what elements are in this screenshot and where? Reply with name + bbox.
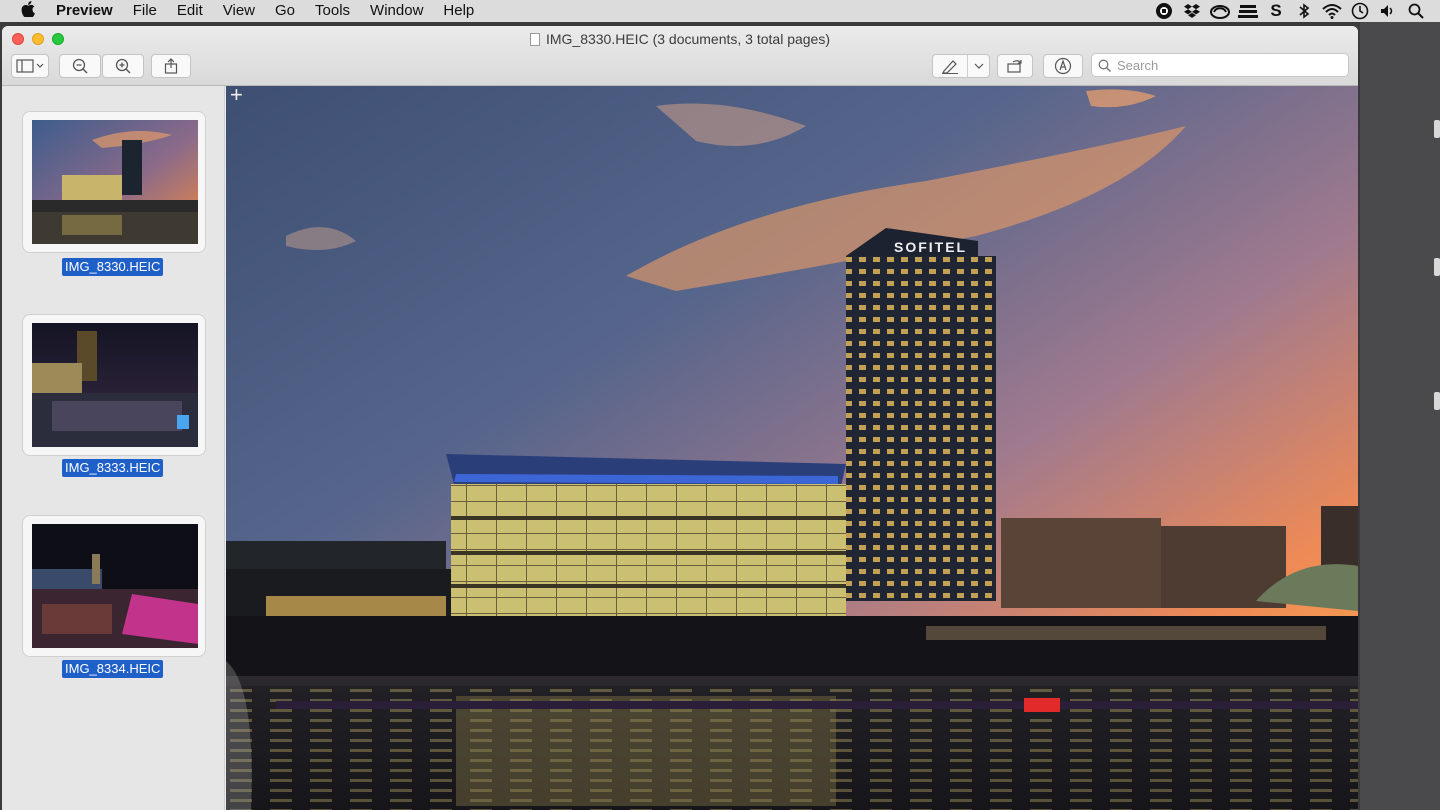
volume-icon[interactable] (1374, 0, 1402, 22)
desktop-edge-marker (1434, 120, 1440, 138)
sidebar-icon (16, 59, 44, 73)
pen-icon (942, 60, 958, 74)
thumbnail-img-8330[interactable] (22, 111, 206, 253)
desktop-edge-marker (1434, 392, 1440, 410)
zoom-out-icon (72, 58, 88, 74)
rotate-icon (1007, 60, 1022, 73)
sofitel-tower (846, 256, 996, 601)
share-button[interactable] (151, 54, 191, 78)
waterfront-promenade (226, 616, 1358, 676)
thumbnail-label[interactable]: IMG_8330.HEIC (62, 258, 164, 276)
spotlight-search-icon[interactable] (1402, 0, 1430, 22)
menu-app-name[interactable]: Preview (56, 0, 123, 22)
zoom-in-icon (115, 58, 131, 74)
floor-line (451, 516, 846, 520)
building-reflection (456, 696, 836, 806)
search-icon (1098, 59, 1111, 72)
desktop-edge-marker (1434, 258, 1440, 276)
photo-canvas: SOFITEL (226, 86, 1358, 810)
bluetooth-icon[interactable] (1290, 0, 1318, 22)
overpass (226, 541, 446, 569)
wifi-icon[interactable] (1318, 0, 1346, 22)
floor-line (451, 551, 846, 555)
search-input[interactable] (1117, 57, 1337, 73)
search-field[interactable] (1091, 53, 1349, 77)
s-app-icon[interactable]: S (1262, 0, 1290, 22)
menu-view[interactable]: View (213, 0, 265, 22)
main-image-view[interactable]: SOFITEL (226, 86, 1358, 810)
boardwalk (276, 701, 1358, 709)
apple-menu-icon[interactable] (0, 0, 56, 22)
zoom-in-button[interactable] (102, 54, 144, 78)
menu-window[interactable]: Window (360, 0, 433, 22)
markup-toolbar-button[interactable] (1043, 54, 1083, 78)
menu-edit[interactable]: Edit (167, 0, 213, 22)
menu-file[interactable]: File (123, 0, 167, 22)
share-icon (164, 58, 178, 74)
sidebar-toggle-button[interactable] (11, 54, 49, 78)
thumbnail-label[interactable]: IMG_8333.HEIC (62, 459, 164, 477)
red-neon-reflection (1024, 698, 1060, 712)
floor-line (451, 584, 846, 588)
menu-help[interactable]: Help (433, 0, 484, 22)
thumbnail-label[interactable]: IMG_8334.HEIC (62, 660, 164, 678)
markup-icon (1054, 57, 1072, 75)
tower-sign: SOFITEL (894, 239, 967, 255)
creative-cloud-icon[interactable] (1206, 0, 1234, 22)
dropbox-icon[interactable] (1178, 0, 1206, 22)
thumbnail-image (32, 323, 198, 447)
zoom-out-button[interactable] (59, 54, 101, 78)
menu-bar: Preview File Edit View Go Tools Window H… (0, 0, 1440, 22)
button-divider (967, 55, 968, 77)
thumbnail-img-8334[interactable] (22, 515, 206, 657)
thumbnail-sidebar[interactable]: IMG_8330.HEIC IMG_8333.HEIC IMG_8334.HEI… (2, 86, 225, 810)
desktop-background (1360, 22, 1440, 810)
restaurant-strip (926, 626, 1326, 640)
window-titlebar[interactable]: IMG_8330.HEIC (3 documents, 3 total page… (2, 26, 1358, 86)
window-title-container: IMG_8330.HEIC (3 documents, 3 total page… (2, 31, 1358, 47)
thumbnail-image (32, 120, 198, 244)
crosshair-cursor-icon: + (230, 82, 243, 107)
stack-icon[interactable] (1234, 0, 1262, 22)
rotate-button[interactable] (997, 54, 1033, 78)
chevron-down-icon[interactable] (974, 62, 984, 70)
time-machine-icon[interactable] (1346, 0, 1374, 22)
record-icon[interactable] (1150, 0, 1178, 22)
markup-pen-button[interactable] (932, 54, 990, 78)
thumbnail-img-8333[interactable] (22, 314, 206, 456)
window-title: IMG_8330.HEIC (3 documents, 3 total page… (545, 31, 831, 47)
preview-window: IMG_8330.HEIC (3 documents, 3 total page… (2, 26, 1358, 810)
menu-go[interactable]: Go (265, 0, 305, 22)
hotel-building (1001, 518, 1161, 608)
menu-tools[interactable]: Tools (305, 0, 360, 22)
thumbnail-image (32, 524, 198, 648)
document-icon (529, 33, 540, 46)
status-bar: S (1150, 0, 1430, 22)
